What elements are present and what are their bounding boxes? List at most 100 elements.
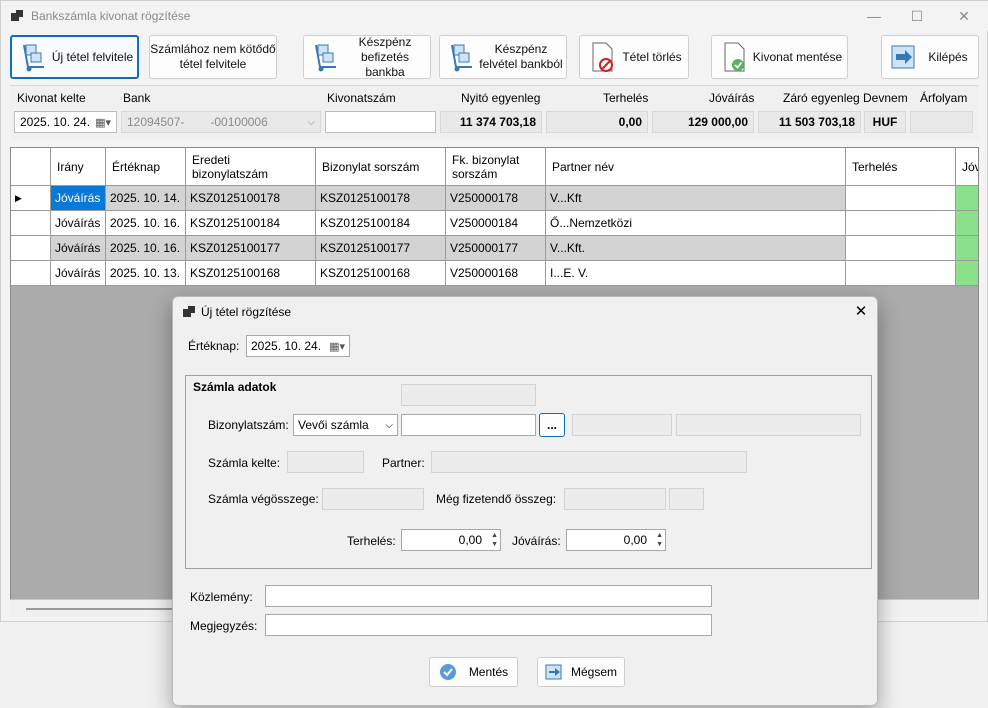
rate-value xyxy=(910,111,973,133)
table-row[interactable]: Jóváírás 2025. 10. 16. KSZ0125100177 KSZ… xyxy=(11,236,978,261)
column-header[interactable]: Fk. bizonylat sorszám xyxy=(446,148,546,186)
cash-deposit-label: Készpénz befizetés bankba xyxy=(358,34,412,79)
debit-amount-spinner[interactable]: 0,00 ▲ ▼ xyxy=(401,529,501,551)
spinner-arrows-icon[interactable]: ▲ ▼ xyxy=(656,531,663,549)
debit-label: Terhelés xyxy=(603,91,649,105)
partner-cell[interactable]: Ő...Nemzetközi xyxy=(546,211,846,236)
doc-no-cell[interactable]: KSZ0125100177 xyxy=(316,236,446,261)
original-doc-cell[interactable]: KSZ0125100168 xyxy=(186,261,316,286)
exit-arrow-icon xyxy=(891,45,915,69)
original-doc-cell[interactable]: KSZ0125100178 xyxy=(186,186,316,211)
minimize-button[interactable]: — xyxy=(851,1,897,31)
current-row-indicator-icon: ▶ xyxy=(11,186,51,211)
window-title: Bankszámla kivonat rögzítése xyxy=(31,9,191,23)
bank-account-part1: 12094507- xyxy=(127,115,185,129)
debit-cell[interactable] xyxy=(846,261,956,286)
new-item-button[interactable]: Új tétel felvitele xyxy=(10,35,139,79)
delete-item-button[interactable]: Tétel törlés xyxy=(579,35,689,79)
dialog-close-button[interactable]: ✕ xyxy=(849,301,873,323)
notice-input[interactable] xyxy=(265,585,712,607)
doc-no-cell[interactable]: KSZ0125100178 xyxy=(316,186,446,211)
direction-cell[interactable]: Jóváírás xyxy=(51,261,106,286)
statement-no-label: Kivonatszám xyxy=(327,91,396,105)
credit-cell[interactable] xyxy=(956,186,978,211)
value-date-cell[interactable]: 2025. 10. 16. xyxy=(106,211,186,236)
comment-input[interactable] xyxy=(265,614,712,636)
credit-label: Jóváírás xyxy=(709,91,755,105)
table-row[interactable]: Jóváírás 2025. 10. 13. KSZ0125100168 KSZ… xyxy=(11,261,978,286)
direction-cell[interactable]: Jóváírás xyxy=(51,186,106,211)
direction-cell[interactable]: Jóváírás xyxy=(51,236,106,261)
save-check-icon xyxy=(439,664,456,680)
bank-select[interactable]: 12094507- -00100006 ⌵ xyxy=(121,111,321,133)
app-icon xyxy=(11,10,23,21)
column-header[interactable]: Terhelés xyxy=(846,148,956,186)
debit-value: 0,00 xyxy=(546,111,648,133)
debit-cell[interactable] xyxy=(846,186,956,211)
bank-label: Bank xyxy=(123,91,151,105)
credit-cell[interactable] xyxy=(956,261,978,286)
table-row[interactable]: Jóváírás 2025. 10. 16. KSZ0125100184 KSZ… xyxy=(11,211,978,236)
partner-label: Partner: xyxy=(382,456,425,470)
save-statement-button[interactable]: Kivonat mentése xyxy=(711,35,848,79)
notice-label: Közlemény: xyxy=(190,590,253,604)
value-date-value: 2025. 10. 24. xyxy=(251,339,322,353)
partner-cell[interactable]: V...Kft. xyxy=(546,236,846,261)
debit-cell[interactable] xyxy=(846,211,956,236)
original-doc-cell[interactable]: KSZ0125100177 xyxy=(186,236,316,261)
invoice-total-label: Számla végösszege: xyxy=(208,492,319,506)
statement-no-input[interactable] xyxy=(325,111,436,133)
fk-doc-cell[interactable]: V250000168 xyxy=(446,261,546,286)
partner-field xyxy=(431,451,747,473)
statement-date-picker[interactable]: 2025. 10. 24. ▦▾ xyxy=(14,111,117,133)
credit-cell[interactable] xyxy=(956,236,978,261)
value-date-label: Értéknap: xyxy=(188,339,240,353)
grid-header: Irány Értéknap Eredeti bizonylatszám Biz… xyxy=(11,148,978,186)
fk-doc-cell[interactable]: V250000178 xyxy=(446,186,546,211)
column-header[interactable]: Értéknap xyxy=(106,148,186,186)
save-button[interactable]: Mentés xyxy=(429,657,518,687)
spinner-arrows-icon[interactable]: ▲ ▼ xyxy=(491,531,498,549)
browse-button[interactable]: ... xyxy=(539,413,565,437)
fk-doc-cell[interactable]: V250000184 xyxy=(446,211,546,236)
cash-withdrawal-button[interactable]: Készpénz felvétel bankból xyxy=(439,35,567,79)
fk-doc-cell[interactable]: V250000177 xyxy=(446,236,546,261)
row-header-cell xyxy=(11,211,51,236)
debit-cell[interactable] xyxy=(846,236,956,261)
value-date-cell[interactable]: 2025. 10. 13. xyxy=(106,261,186,286)
value-date-cell[interactable]: 2025. 10. 14. xyxy=(106,186,186,211)
column-header[interactable]: Partner név xyxy=(546,148,846,186)
partner-cell[interactable]: I...E. V. xyxy=(546,261,846,286)
value-date-cell[interactable]: 2025. 10. 16. xyxy=(106,236,186,261)
opening-balance-label: Nyitó egyenleg xyxy=(461,91,541,105)
cancel-label: Mégsem xyxy=(570,665,617,679)
credit-amount-label: Jóváírás: xyxy=(512,534,561,548)
column-header[interactable]: Jóv xyxy=(956,148,978,186)
row-header-cell xyxy=(11,236,51,261)
cash-deposit-button[interactable]: Készpénz befizetés bankba xyxy=(303,35,431,79)
table-row[interactable]: ▶ Jóváírás 2025. 10. 14. KSZ0125100178 K… xyxy=(11,186,978,211)
exit-button[interactable]: Kilépés xyxy=(881,35,979,79)
column-header[interactable]: Eredeti bizonylatszám xyxy=(186,148,316,186)
doc-type-value: Vevői számla xyxy=(298,418,369,432)
unrelated-item-button[interactable]: Számlához nem kötődő tétel felvitele xyxy=(149,35,277,79)
credit-cell[interactable] xyxy=(956,211,978,236)
invoice-date-label: Számla kelte: xyxy=(208,456,281,470)
direction-cell[interactable]: Jóváírás xyxy=(51,211,106,236)
maximize-button[interactable]: ☐ xyxy=(894,1,940,31)
doc-no-input[interactable] xyxy=(401,414,536,436)
doc-no-cell[interactable]: KSZ0125100184 xyxy=(316,211,446,236)
doc-extra-field-1 xyxy=(572,414,672,436)
partner-cell[interactable]: V...Kft xyxy=(546,186,846,211)
doc-extra-field-2 xyxy=(676,414,861,436)
doc-no-cell[interactable]: KSZ0125100168 xyxy=(316,261,446,286)
value-date-picker[interactable]: 2025. 10. 24. ▦▾ xyxy=(246,335,350,357)
column-header[interactable]: Bizonylat sorszám xyxy=(316,148,446,186)
credit-amount-spinner[interactable]: 0,00 ▲ ▼ xyxy=(566,529,666,551)
cancel-button[interactable]: Mégsem xyxy=(537,657,625,687)
remaining-label: Még fizetendő összeg: xyxy=(436,492,557,506)
doc-type-select[interactable]: Vevői számla ⌵ xyxy=(293,414,398,436)
close-button[interactable]: ✕ xyxy=(941,1,987,31)
column-header[interactable]: Irány xyxy=(51,148,106,186)
original-doc-cell[interactable]: KSZ0125100184 xyxy=(186,211,316,236)
